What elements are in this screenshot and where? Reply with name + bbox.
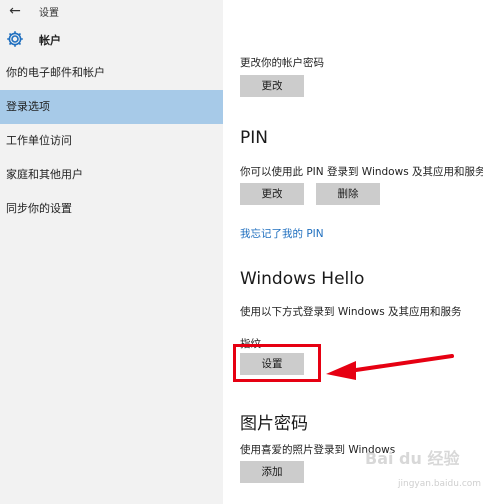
forgot-pin-link[interactable]: 我忘记了我的 PIN [240, 226, 324, 241]
sidebar-nav: 你的电子邮件和帐户 登录选项 工作单位访问 家庭和其他用户 同步你的设置 [0, 56, 223, 226]
sidebar-item-work-access[interactable]: 工作单位访问 [0, 124, 223, 158]
window-title: 设置 [39, 8, 59, 19]
title-bar: ← 设置 [0, 0, 223, 22]
remove-pin-button[interactable]: 删除 [316, 183, 380, 205]
watermark: Bai du 经验 [365, 449, 460, 468]
page-title: 帐户 [39, 34, 61, 47]
sidebar-item-sign-in-options[interactable]: 登录选项 [0, 90, 223, 124]
fingerprint-setup-button[interactable]: 设置 [240, 353, 304, 375]
windows-hello-description: 使用以下方式登录到 Windows 及其应用和服务 [240, 306, 462, 318]
change-pin-button[interactable]: 更改 [240, 183, 304, 205]
sidebar: ← 设置 帐户 你的电子邮件和帐户 登录选项 工作单位访问 家庭和其他用户 同步… [0, 0, 223, 504]
sidebar-item-sync-settings[interactable]: 同步你的设置 [0, 192, 223, 226]
watermark-url: jingyan.baidu.com [398, 479, 482, 489]
back-arrow-icon[interactable]: ← [6, 2, 24, 20]
page-header: 帐户 [0, 26, 223, 52]
sidebar-item-email-accounts[interactable]: 你的电子邮件和帐户 [0, 56, 223, 90]
gear-icon [7, 31, 23, 47]
pin-title: PIN [240, 128, 268, 148]
windows-hello-title: Windows Hello [240, 269, 365, 289]
fingerprint-label: 指纹 [240, 338, 261, 350]
main-content: 更改你的帐户密码 更改 PIN 你可以使用此 PIN 登录到 Windows 及… [223, 0, 483, 504]
picture-password-title: 图片密码 [240, 414, 308, 434]
pin-description: 你可以使用此 PIN 登录到 Windows 及其应用和服务 [240, 166, 483, 178]
password-description: 更改你的帐户密码 [240, 57, 324, 69]
change-password-button[interactable]: 更改 [240, 75, 304, 97]
sidebar-item-family-users[interactable]: 家庭和其他用户 [0, 158, 223, 192]
add-picture-password-button[interactable]: 添加 [240, 461, 304, 483]
